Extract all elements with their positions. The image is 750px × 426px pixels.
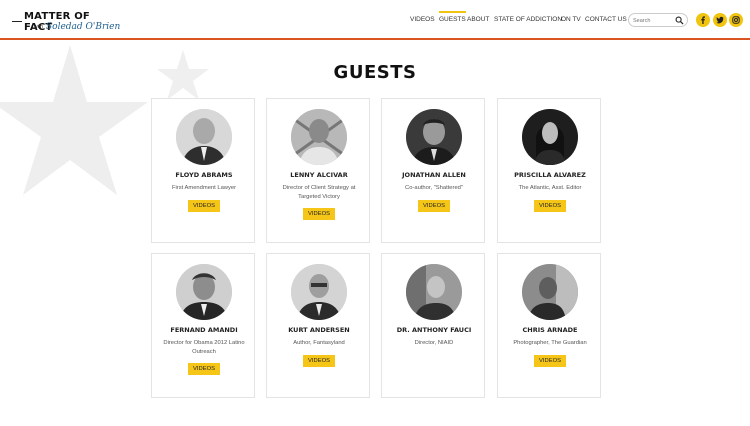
facebook-icon[interactable] — [696, 13, 710, 27]
guest-card: JONATHAN ALLEN Co-author, "Shattered" VI… — [381, 98, 485, 243]
nav-guests[interactable]: GUESTS — [439, 11, 466, 23]
nav-on-tv[interactable]: ON TV — [561, 16, 581, 23]
videos-button[interactable]: VIDEOS — [534, 200, 566, 212]
avatar[interactable] — [522, 109, 578, 165]
guest-card: LENNY ALCIVAR Director of Client Strateg… — [266, 98, 370, 243]
logo-with: with — [34, 24, 43, 30]
site-header: MATTER OF FACT with Soledad O'Brien VIDE… — [0, 0, 750, 40]
videos-button[interactable]: VIDEOS — [303, 208, 335, 220]
guest-card: CHRIS ARNADE Photographer, The Guardian … — [497, 253, 601, 398]
guest-role: The Atlantic, Asst. Editor — [518, 185, 582, 191]
guest-role: Photographer, The Guardian — [513, 340, 587, 346]
avatar[interactable] — [406, 109, 462, 165]
site-logo[interactable]: MATTER OF FACT with Soledad O'Brien — [12, 8, 122, 34]
guest-card: KURT ANDERSEN Author, Fantasyland VIDEOS — [266, 253, 370, 398]
nav-contact-us[interactable]: CONTACT US — [585, 16, 627, 23]
guest-name: CHRIS ARNADE — [522, 326, 578, 334]
videos-button[interactable]: VIDEOS — [303, 355, 335, 367]
videos-button[interactable]: VIDEOS — [418, 200, 450, 212]
guest-name: FLOYD ABRAMS — [175, 171, 233, 179]
guest-name: LENNY ALCIVAR — [290, 171, 348, 179]
logo-subtitle: Soledad O'Brien — [46, 22, 121, 32]
guest-role: Director for Obama 2012 Latino Outreach — [163, 340, 245, 355]
nav-videos[interactable]: VIDEOS — [410, 16, 435, 23]
twitter-icon[interactable] — [713, 13, 727, 27]
guest-role: First Amendment Lawyer — [171, 185, 237, 191]
avatar[interactable] — [406, 264, 462, 320]
guest-name: PRISCILLA ALVAREZ — [514, 171, 586, 179]
search-input[interactable] — [633, 16, 675, 25]
videos-button[interactable]: VIDEOS — [188, 200, 220, 212]
avatar[interactable] — [176, 264, 232, 320]
guest-role: Co-author, "Shattered" — [405, 185, 463, 191]
guest-role: Director of Client Strategy at Targeted … — [282, 185, 356, 200]
guest-card: FLOYD ABRAMS First Amendment Lawyer VIDE… — [151, 98, 255, 243]
videos-button[interactable]: VIDEOS — [534, 355, 566, 367]
search-box — [628, 13, 688, 27]
guest-role: Director, NIAID — [414, 340, 454, 346]
nav-about[interactable]: ABOUT — [467, 16, 489, 23]
guest-name: DR. ANTHONY FAUCI — [396, 326, 472, 334]
guest-name: KURT ANDERSEN — [288, 326, 350, 334]
guest-role: Author, Fantasyland — [293, 340, 345, 346]
search-icon[interactable] — [675, 16, 684, 25]
videos-button[interactable]: VIDEOS — [188, 363, 220, 375]
avatar[interactable] — [291, 264, 347, 320]
guest-card: DR. ANTHONY FAUCI Director, NIAID — [381, 253, 485, 398]
nav-state-of-addiction[interactable]: STATE OF ADDICTION — [494, 16, 562, 23]
page-title: GUESTS — [333, 62, 417, 83]
avatar[interactable] — [291, 109, 347, 165]
guest-card: PRISCILLA ALVAREZ The Atlantic, Asst. Ed… — [497, 98, 601, 243]
guest-name: FERNAND AMANDI — [170, 326, 238, 334]
guest-card: FERNAND AMANDI Director for Obama 2012 L… — [151, 253, 255, 398]
instagram-icon[interactable] — [729, 13, 743, 27]
avatar[interactable] — [176, 109, 232, 165]
guest-name: JONATHAN ALLEN — [402, 171, 466, 179]
avatar[interactable] — [522, 264, 578, 320]
